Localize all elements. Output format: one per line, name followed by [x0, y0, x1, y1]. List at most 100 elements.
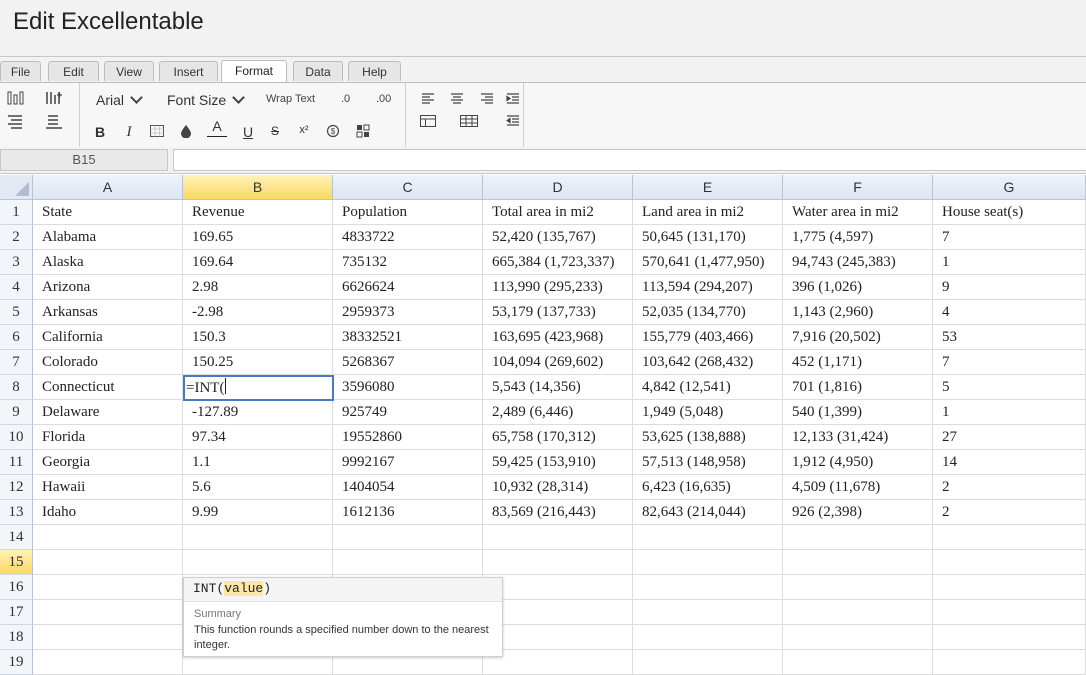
cell-d10[interactable]: 65,758 (170,312)	[483, 425, 633, 450]
decrease-decimal-button[interactable]: .0	[341, 93, 350, 105]
cell-a14[interactable]	[33, 525, 183, 550]
cell-b3[interactable]: 169.64	[183, 250, 333, 275]
tab-view[interactable]: View	[104, 61, 154, 81]
column-header-c[interactable]: C	[333, 175, 483, 200]
cell-g11[interactable]: 14	[933, 450, 1086, 475]
text-color-button[interactable]: A	[207, 119, 227, 137]
cell-e9[interactable]: 1,949 (5,048)	[633, 400, 783, 425]
column-header-d[interactable]: D	[483, 175, 633, 200]
table-grid-icon[interactable]	[460, 112, 478, 130]
row-header-18[interactable]: 18	[0, 625, 33, 650]
align-bottom-icon[interactable]	[45, 113, 63, 131]
row-header-1[interactable]: 1	[0, 200, 33, 225]
row-header-7[interactable]: 7	[0, 350, 33, 375]
cell-a11[interactable]: Georgia	[33, 450, 183, 475]
currency-icon[interactable]: $	[324, 122, 342, 140]
cell-e16[interactable]	[633, 575, 783, 600]
cell-a12[interactable]: Hawaii	[33, 475, 183, 500]
increase-decimal-button[interactable]: .00	[376, 93, 391, 105]
align-top-icon[interactable]	[7, 113, 25, 131]
merge-cells-icon[interactable]	[419, 112, 437, 130]
cell-d9[interactable]: 2,489 (6,446)	[483, 400, 633, 425]
column-header-f[interactable]: F	[783, 175, 933, 200]
name-box[interactable]: B15	[0, 149, 168, 171]
cell-a10[interactable]: Florida	[33, 425, 183, 450]
conditional-format-icon[interactable]	[354, 122, 372, 140]
cell-g12[interactable]: 2	[933, 475, 1086, 500]
cell-g6[interactable]: 53	[933, 325, 1086, 350]
cell-e7[interactable]: 103,642 (268,432)	[633, 350, 783, 375]
font-size-dropdown[interactable]: Font Size	[167, 91, 246, 108]
row-header-13[interactable]: 13	[0, 500, 33, 525]
cell-d12[interactable]: 10,932 (28,314)	[483, 475, 633, 500]
cell-f14[interactable]	[783, 525, 933, 550]
align-right-icon[interactable]	[478, 90, 496, 108]
align-left-icon[interactable]	[419, 90, 437, 108]
indent-icon[interactable]	[504, 90, 522, 108]
cell-g9[interactable]: 1	[933, 400, 1086, 425]
cell-d13[interactable]: 83,569 (216,443)	[483, 500, 633, 525]
cell-b5[interactable]: -2.98	[183, 300, 333, 325]
row-header-10[interactable]: 10	[0, 425, 33, 450]
cell-f10[interactable]: 12,133 (31,424)	[783, 425, 933, 450]
cell-g18[interactable]	[933, 625, 1086, 650]
cell-e5[interactable]: 52,035 (134,770)	[633, 300, 783, 325]
cell-g5[interactable]: 4	[933, 300, 1086, 325]
cell-b12[interactable]: 5.6	[183, 475, 333, 500]
cell-a2[interactable]: Alabama	[33, 225, 183, 250]
underline-button[interactable]: U	[239, 123, 257, 141]
cell-b7[interactable]: 150.25	[183, 350, 333, 375]
cell-f3[interactable]: 94,743 (245,383)	[783, 250, 933, 275]
cell-editor[interactable]: =INT(	[183, 375, 334, 401]
cell-b2[interactable]: 169.65	[183, 225, 333, 250]
cell-d19[interactable]	[483, 650, 633, 675]
cell-a7[interactable]: Colorado	[33, 350, 183, 375]
cell-d18[interactable]	[483, 625, 633, 650]
cell-e12[interactable]: 6,423 (16,635)	[633, 475, 783, 500]
row-header-4[interactable]: 4	[0, 275, 33, 300]
align-center-icon[interactable]	[448, 90, 466, 108]
cell-d16[interactable]	[483, 575, 633, 600]
row-header-5[interactable]: 5	[0, 300, 33, 325]
cell-f16[interactable]	[783, 575, 933, 600]
wrap-text-button[interactable]: Wrap Text	[266, 93, 315, 105]
cell-c9[interactable]: 925749	[333, 400, 483, 425]
cell-d6[interactable]: 163,695 (423,968)	[483, 325, 633, 350]
cell-e17[interactable]	[633, 600, 783, 625]
cell-g19[interactable]	[933, 650, 1086, 675]
tab-format[interactable]: Format	[221, 60, 287, 82]
cell-f5[interactable]: 1,143 (2,960)	[783, 300, 933, 325]
cell-a13[interactable]: Idaho	[33, 500, 183, 525]
cell-f11[interactable]: 1,912 (4,950)	[783, 450, 933, 475]
cell-e14[interactable]	[633, 525, 783, 550]
cell-a6[interactable]: California	[33, 325, 183, 350]
cell-b10[interactable]: 97.34	[183, 425, 333, 450]
italic-button[interactable]: I	[120, 123, 138, 141]
cell-g15[interactable]	[933, 550, 1086, 575]
borders-icon[interactable]	[148, 122, 166, 140]
cell-f13[interactable]: 926 (2,398)	[783, 500, 933, 525]
cell-c1[interactable]: Population	[333, 200, 483, 225]
cell-g17[interactable]	[933, 600, 1086, 625]
cell-d7[interactable]: 104,094 (269,602)	[483, 350, 633, 375]
insert-column-icon[interactable]	[45, 90, 63, 108]
row-header-19[interactable]: 19	[0, 650, 33, 675]
cell-a3[interactable]: Alaska	[33, 250, 183, 275]
cell-e10[interactable]: 53,625 (138,888)	[633, 425, 783, 450]
cell-d4[interactable]: 113,990 (295,233)	[483, 275, 633, 300]
cell-d2[interactable]: 52,420 (135,767)	[483, 225, 633, 250]
cell-e19[interactable]	[633, 650, 783, 675]
cell-c13[interactable]: 1612136	[333, 500, 483, 525]
cell-f8[interactable]: 701 (1,816)	[783, 375, 933, 400]
cell-b4[interactable]: 2.98	[183, 275, 333, 300]
cell-b6[interactable]: 150.3	[183, 325, 333, 350]
cell-a15[interactable]	[33, 550, 183, 575]
cell-g13[interactable]: 2	[933, 500, 1086, 525]
cell-c10[interactable]: 19552860	[333, 425, 483, 450]
cell-a17[interactable]	[33, 600, 183, 625]
column-header-e[interactable]: E	[633, 175, 783, 200]
cell-e8[interactable]: 4,842 (12,541)	[633, 375, 783, 400]
cell-a1[interactable]: State	[33, 200, 183, 225]
strikethrough-button[interactable]: S	[266, 122, 284, 140]
tab-file[interactable]: File	[0, 61, 41, 81]
